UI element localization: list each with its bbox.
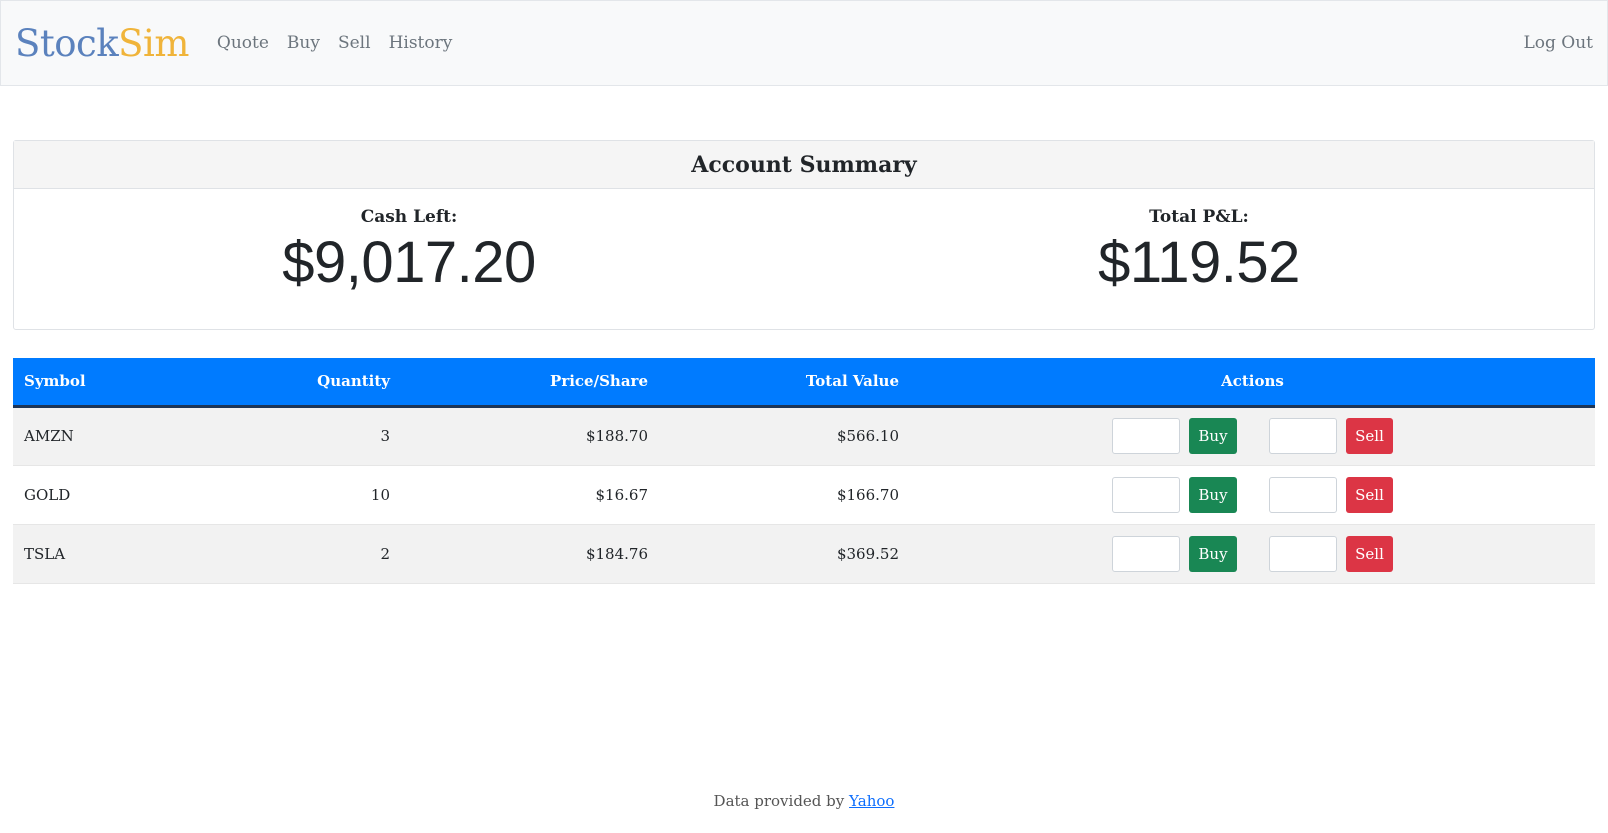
brand-sim: Sim — [118, 21, 189, 65]
nav-history[interactable]: History — [389, 33, 453, 53]
cell-price: $16.67 — [595, 485, 649, 504]
cell-symbol: GOLD — [24, 485, 71, 504]
total-pl-label: Total P&L: — [1149, 207, 1249, 227]
sell-button[interactable]: Sell — [1346, 418, 1393, 454]
header-actions: Actions — [1221, 372, 1284, 391]
buy-button[interactable]: Buy — [1189, 418, 1237, 454]
cash-left-stat: Cash Left: $9,017.20 — [14, 189, 804, 329]
buy-button[interactable]: Buy — [1189, 535, 1237, 572]
navbar: StockSim Quote Buy Sell History Log Out — [0, 0, 1608, 86]
cell-actions: Buy Sell — [910, 406, 1595, 465]
buy-button[interactable]: Buy — [1189, 476, 1237, 513]
cell-price: $188.70 — [585, 427, 648, 445]
cell-total-value: $566.10 — [836, 427, 899, 445]
cell-total-value: $166.70 — [836, 485, 899, 504]
cell-total-value: $369.52 — [836, 544, 899, 563]
table-row: TSLA 2 $184.76 $369.52 Buy Sell — [13, 524, 1595, 583]
account-summary-card: Account Summary Cash Left: $9,017.20 Tot… — [13, 140, 1595, 330]
nav-sell[interactable]: Sell — [338, 33, 371, 53]
header-price: Price/Share — [550, 372, 648, 391]
buy-quantity-input[interactable] — [1112, 476, 1180, 513]
logout-link[interactable]: Log Out — [1523, 33, 1593, 53]
holdings-table: Symbol Quantity Price/Share Total Value … — [13, 358, 1595, 584]
brand-logo[interactable]: StockSim — [15, 25, 189, 62]
cell-quantity: 3 — [380, 427, 390, 445]
header-symbol: Symbol — [24, 372, 86, 391]
cell-actions: Buy Sell — [910, 465, 1595, 524]
cash-left-label: Cash Left: — [360, 207, 458, 227]
row-actions: Buy Sell — [921, 418, 1584, 454]
cell-quantity: 2 — [380, 544, 390, 563]
sell-button[interactable]: Sell — [1346, 535, 1393, 572]
row-actions: Buy Sell — [921, 476, 1584, 513]
row-actions: Buy Sell — [921, 535, 1584, 572]
footer: Data provided by Yahoo — [0, 792, 1608, 810]
table-header-row: Symbol Quantity Price/Share Total Value … — [13, 358, 1595, 406]
cell-price: $184.76 — [585, 544, 648, 563]
cell-symbol: AMZN — [24, 427, 74, 445]
table-row: AMZN 3 $188.70 $566.10 Buy Sell — [13, 406, 1595, 465]
account-summary-body: Cash Left: $9,017.20 Total P&L: $119.52 — [14, 189, 1594, 329]
buy-quantity-input[interactable] — [1112, 418, 1180, 454]
nav-buy[interactable]: Buy — [287, 33, 320, 53]
table-row: GOLD 10 $16.67 $166.70 Buy Sell — [13, 465, 1595, 524]
sell-button[interactable]: Sell — [1346, 476, 1393, 513]
cell-quantity: 10 — [370, 485, 390, 504]
header-total-value: Total Value — [805, 372, 899, 391]
total-pl-stat: Total P&L: $119.52 — [804, 189, 1594, 329]
brand-stock: Stock — [15, 21, 119, 65]
nav-quote[interactable]: Quote — [217, 33, 269, 53]
sell-quantity-input[interactable] — [1269, 418, 1337, 454]
sell-quantity-input[interactable] — [1269, 476, 1337, 513]
buy-quantity-input[interactable] — [1112, 535, 1180, 572]
yahoo-link[interactable]: Yahoo — [849, 792, 894, 810]
footer-text: Data provided by — [713, 792, 845, 810]
total-pl-value: $119.52 — [1098, 230, 1300, 295]
cash-left-value: $9,017.20 — [282, 230, 536, 295]
cell-actions: Buy Sell — [910, 524, 1595, 583]
sell-quantity-input[interactable] — [1269, 535, 1337, 572]
cell-symbol: TSLA — [24, 544, 66, 563]
header-quantity: Quantity — [317, 372, 390, 391]
account-summary-title: Account Summary — [14, 141, 1594, 189]
